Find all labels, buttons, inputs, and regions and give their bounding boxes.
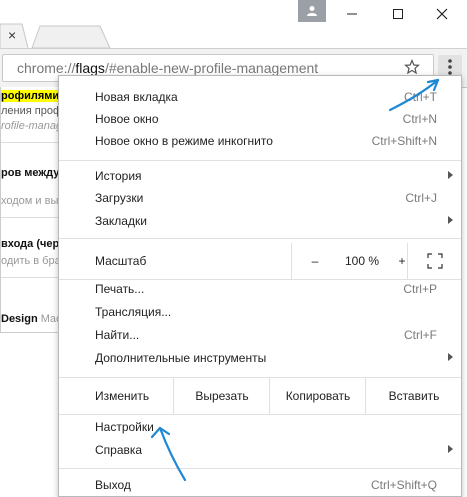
- flags-page-content: рофилями M ления профи rofile-manag ров …: [0, 87, 59, 332]
- page-text-line: ходом и выг: [1, 195, 59, 207]
- edit-label: Изменить: [95, 389, 150, 403]
- tab-strip: [0, 23, 111, 49]
- maximize-button[interactable]: [382, 0, 414, 28]
- cut-button[interactable]: Вырезать: [173, 378, 270, 414]
- menu-item-find[interactable]: Найти... Ctrl+F: [59, 324, 461, 346]
- menu-item-exit[interactable]: Выход Ctrl+Shift+Q: [59, 474, 461, 496]
- menu-edit-row: Изменить Вырезать Копировать Вставить: [59, 377, 461, 415]
- chevron-right-icon: [448, 171, 453, 179]
- zoom-out-button[interactable]: –: [291, 243, 338, 279]
- chrome-main-menu: Новая вкладка Ctrl+T Новое окно Ctrl+N Нов…: [58, 75, 462, 497]
- menu-zoom-row: Масштаб – 100 % +: [59, 243, 461, 279]
- menu-item-help[interactable]: Справка: [59, 439, 461, 461]
- profile-button[interactable]: [298, 0, 326, 22]
- menu-item-incognito[interactable]: Новое окно в режиме инкогнито Ctrl+Shift+…: [59, 130, 461, 152]
- user-icon: [307, 6, 317, 16]
- copy-button[interactable]: Копировать: [269, 378, 366, 414]
- menu-item-downloads[interactable]: Загрузки Ctrl+J: [59, 187, 461, 209]
- page-text-line: rofile-manag: [1, 120, 59, 132]
- tab-close-icon[interactable]: ×: [8, 27, 16, 43]
- chevron-right-icon: [448, 216, 453, 224]
- menu-item-bookmarks[interactable]: Закладки: [59, 210, 461, 232]
- new-tab-button[interactable]: [31, 25, 111, 49]
- menu-item-new-tab[interactable]: Новая вкладка Ctrl+T: [59, 86, 461, 108]
- menu-item-cast[interactable]: Трансляция...: [59, 301, 461, 323]
- paste-button[interactable]: Вставить: [365, 378, 462, 414]
- chevron-right-icon: [448, 445, 453, 453]
- maximize-icon: [393, 9, 403, 19]
- page-text-line: входа (черт: [1, 238, 59, 250]
- zoom-label: Масштаб: [95, 254, 147, 268]
- page-text-line: Design Mac,: [1, 313, 59, 325]
- menu-item-history[interactable]: История: [59, 165, 461, 187]
- menu-item-new-window[interactable]: Новое окно Ctrl+N: [59, 108, 461, 130]
- page-text-line: ров между: [1, 167, 59, 179]
- fullscreen-button[interactable]: [407, 243, 461, 279]
- menu-item-more-tools[interactable]: Дополнительные инструменты: [59, 347, 461, 369]
- menu-item-settings[interactable]: Настройки: [59, 416, 461, 438]
- close-window-button[interactable]: [426, 0, 458, 28]
- page-text-line: одить в брау: [1, 255, 59, 267]
- menu-item-print[interactable]: Печать... Ctrl+P: [59, 278, 461, 300]
- page-text-line: рофилями M: [1, 90, 59, 102]
- chevron-right-icon: [448, 353, 453, 361]
- address-text: chrome://flags/#enable-new-profile-manag…: [17, 60, 319, 76]
- close-icon: [436, 8, 448, 20]
- star-icon[interactable]: [404, 59, 420, 75]
- minimize-icon: [347, 13, 357, 15]
- zoom-level: 100 %: [344, 254, 380, 268]
- minimize-button[interactable]: [336, 0, 368, 28]
- page-text-line: ления профи: [1, 105, 59, 117]
- fullscreen-icon: [426, 253, 443, 269]
